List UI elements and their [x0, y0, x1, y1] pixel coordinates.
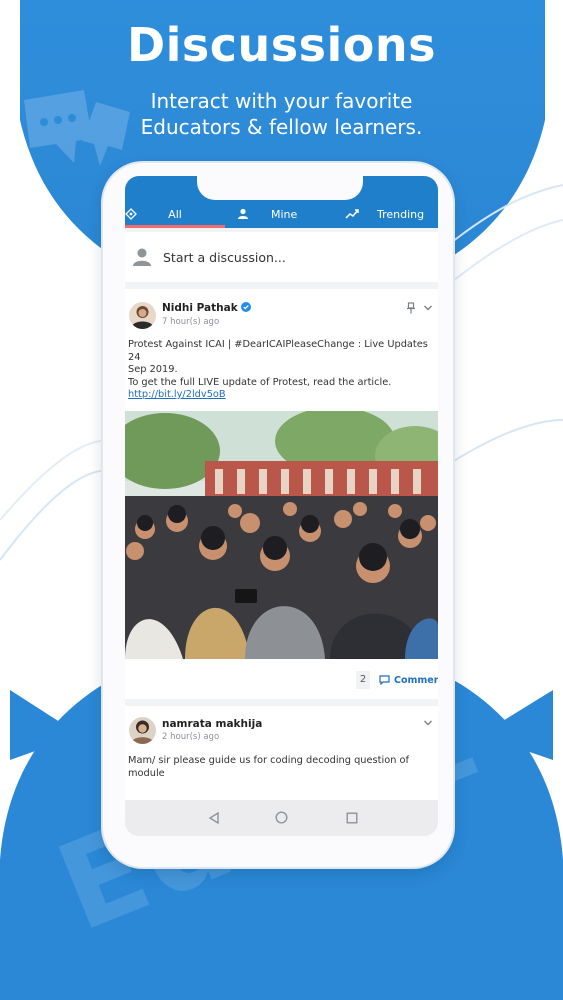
subtitle-line-1: Interact with your favorite [150, 89, 413, 113]
trending-icon [345, 209, 359, 219]
comment-count: 2 [356, 671, 370, 689]
post-card: Nidhi Pathak 7 hour(s) ago Protest Again… [125, 289, 438, 699]
post-text-line-3: To get the full LIVE update of Protest, … [128, 376, 392, 388]
pin-icon[interactable] [406, 302, 416, 314]
comment-icon [379, 675, 390, 685]
post-body: Protest Against ICAI | #DearICAIPleaseCh… [128, 339, 434, 402]
home-icon[interactable] [275, 811, 288, 824]
post-author-name[interactable]: namrata makhija [162, 718, 262, 730]
post-time: 7 hour(s) ago [162, 317, 220, 327]
tab-trending[interactable]: Trending [343, 202, 438, 226]
discussion-composer[interactable]: Start a discussion... [125, 232, 438, 282]
chevron-down-icon[interactable] [423, 719, 433, 727]
person-icon [238, 208, 248, 219]
page-title: Discussions [126, 18, 437, 72]
post-image[interactable] [125, 411, 438, 659]
post-text-line-1: Mam/ sir please guide us for coding deco… [128, 755, 409, 779]
post-author-name: Nidhi Pathak [162, 302, 238, 314]
post-text-line-1: Protest Against ICAI | #DearICAIPleaseCh… [128, 339, 428, 363]
comment-button[interactable]: Comment [379, 671, 438, 689]
post-author[interactable]: Nidhi Pathak [162, 302, 252, 314]
post-time: 2 hour(s) ago [162, 732, 220, 742]
post-card: namrata makhija 2 hour(s) ago Mam/ sir p… [125, 706, 438, 800]
discussion-icon [125, 208, 137, 220]
tab-mine-label: Mine [271, 207, 298, 221]
tab-mine[interactable]: Mine [229, 202, 329, 226]
composer-placeholder: Start a discussion... [163, 250, 286, 265]
user-placeholder-icon [133, 248, 151, 266]
avatar[interactable] [129, 717, 156, 744]
post-link[interactable]: http://bit.ly/2ldv5oB [128, 389, 434, 402]
recents-icon[interactable] [346, 812, 358, 824]
verified-icon [241, 302, 252, 312]
phone-notch [197, 170, 363, 200]
subtitle-line-2: Educators & fellow learners. [140, 115, 423, 139]
comment-label: Comment [394, 674, 438, 686]
back-icon[interactable] [208, 812, 220, 824]
post-text-line-2: Sep 2019. [128, 364, 178, 375]
chevron-down-icon[interactable] [423, 304, 433, 312]
app-screen: All Mine Trending Start a discussion... … [125, 176, 438, 836]
tab-all-label: All [168, 207, 182, 221]
tab-all[interactable]: All [125, 202, 225, 226]
page-subtitle: Interact with your favorite Educators & … [0, 88, 563, 140]
tab-trending-label: Trending [377, 207, 425, 221]
active-tab-indicator [125, 225, 225, 228]
avatar[interactable] [129, 302, 156, 329]
system-navigation-bar [125, 800, 438, 836]
